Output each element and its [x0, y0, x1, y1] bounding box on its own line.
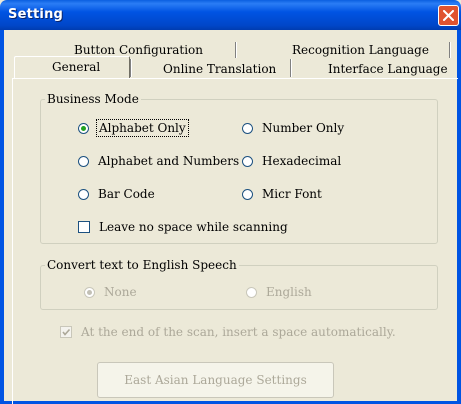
close-button[interactable] — [438, 5, 459, 26]
radio-indicator — [78, 155, 89, 167]
checkbox-box-checked — [60, 326, 72, 338]
radio-alphabet-only[interactable]: Alphabet Only — [78, 119, 189, 137]
radio-hexadecimal[interactable]: Hexadecimal — [242, 154, 341, 168]
radio-micr-font[interactable]: Micr Font — [242, 187, 322, 201]
window-frame-left — [0, 30, 4, 404]
radio-label: Alphabet and Numbers — [98, 154, 240, 168]
speech-legend: Convert text to English Speech — [47, 258, 237, 272]
speech-group: Convert text to English Speech — [40, 258, 438, 310]
radio-indicator — [242, 155, 253, 167]
radio-indicator — [242, 122, 253, 134]
radio-indicator — [246, 286, 257, 298]
tab-separator — [449, 42, 451, 58]
radio-speech-english: English — [246, 285, 312, 299]
tab-recognition-language[interactable]: Recognition Language — [292, 43, 429, 57]
radio-speech-none: None — [84, 285, 137, 299]
tab-separator — [290, 59, 292, 77]
tab-general[interactable]: General — [52, 60, 100, 74]
checkbox-leave-no-space[interactable]: Leave no space while scanning — [78, 220, 288, 234]
checkbox-label: At the end of the scan, insert a space a… — [81, 325, 396, 339]
radio-label: Micr Font — [262, 187, 322, 201]
business-mode-legend: Business Mode — [47, 92, 139, 106]
window-title: Setting — [8, 7, 64, 22]
radio-alphabet-and-numbers[interactable]: Alphabet and Numbers — [78, 154, 239, 168]
close-icon — [443, 10, 454, 21]
radio-indicator — [78, 188, 89, 200]
tab-separator — [130, 59, 132, 77]
tab-button-configuration[interactable]: Button Configuration — [74, 43, 203, 57]
title-bar[interactable]: Setting — [0, 0, 461, 30]
checkbox-label: Leave no space while scanning — [99, 220, 288, 234]
tab-interface-language[interactable]: Interface Language — [328, 62, 448, 76]
tab-separator — [235, 42, 237, 58]
radio-label: Alphabet Only — [96, 119, 189, 137]
east-asian-language-settings-button: East Asian Language Settings — [97, 362, 334, 398]
radio-label: Bar Code — [98, 187, 155, 201]
radio-selected-indicator — [84, 286, 95, 298]
radio-selected-indicator — [78, 122, 89, 134]
radio-label: English — [266, 285, 312, 299]
radio-label: None — [104, 285, 137, 299]
checkbox-box — [78, 221, 90, 233]
radio-label: Number Only — [262, 121, 345, 135]
radio-number-only[interactable]: Number Only — [242, 121, 344, 135]
checkbox-auto-space: At the end of the scan, insert a space a… — [60, 325, 396, 339]
radio-indicator — [242, 188, 253, 200]
tab-online-translation[interactable]: Online Translation — [163, 62, 276, 76]
checkmark-icon — [62, 328, 71, 336]
radio-bar-code[interactable]: Bar Code — [78, 187, 155, 201]
radio-label: Hexadecimal — [262, 154, 342, 168]
